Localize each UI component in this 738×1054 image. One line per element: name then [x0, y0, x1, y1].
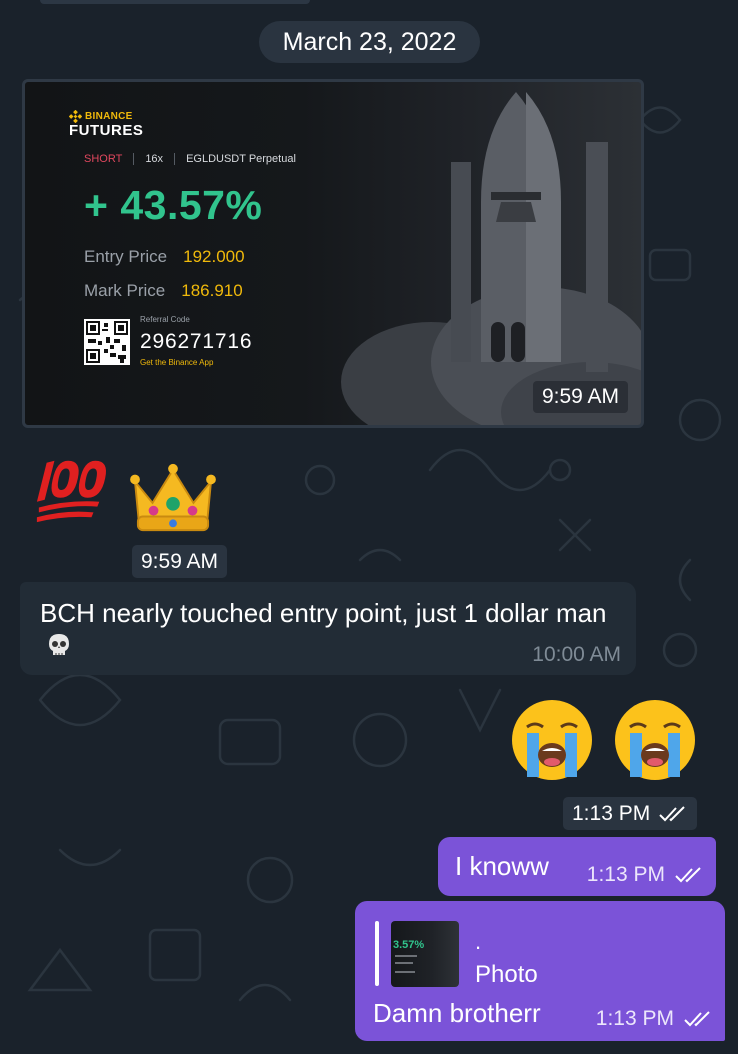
message-time: 9:59 AM — [132, 545, 228, 578]
time-label: 1:13 PM — [586, 863, 665, 886]
thumb-line — [395, 962, 413, 964]
time-label: 1:13 PM — [572, 801, 651, 825]
hundred-points-icon — [36, 460, 107, 523]
loudly-crying-face-icon — [615, 700, 695, 780]
message-time: 1:13 PM — [563, 797, 698, 830]
binance-futures-logo: BINANCE FUTURES — [69, 110, 143, 139]
loudly-crying-face-icon — [512, 700, 592, 780]
reply-quote-bar — [375, 921, 379, 986]
outgoing-message[interactable]: I knoww 1:13 PM — [438, 837, 716, 896]
entry-price-label: Entry Price — [84, 247, 168, 266]
double-check-icon — [659, 805, 685, 821]
mark-price-row: Mark Price 186.910 — [84, 281, 243, 301]
crown-icon — [130, 463, 216, 532]
binance-brand: BINANCE — [85, 111, 133, 122]
futures-label: FUTURES — [69, 122, 144, 139]
message-time: 10:00 AM — [532, 643, 621, 666]
qr-code-icon — [84, 319, 130, 365]
entry-price-value: 192.000 — [183, 247, 245, 266]
entry-price-row: Entry Price 192.000 — [84, 247, 245, 267]
double-check-icon — [675, 867, 701, 883]
skull-icon — [49, 634, 69, 655]
outgoing-reply-message[interactable]: 3.57% . Photo Damn brotherr 1:13 PM — [355, 901, 725, 1041]
reply-title: . — [475, 929, 482, 954]
time-label: 1:13 PM — [595, 1007, 674, 1030]
message-status: 1:13 PM — [596, 1007, 713, 1031]
tag-divider — [174, 153, 176, 165]
reply-photo-thumbnail[interactable]: 3.57% — [391, 921, 459, 987]
message-text: I knoww — [455, 851, 549, 881]
symbol-tag: EGLDUSDT Perpetual — [186, 153, 296, 165]
message-status: 1:13 PM — [587, 863, 704, 887]
incoming-message[interactable]: BCH nearly touched entry point, just 1 d… — [20, 582, 636, 675]
referral-label: Referral Code — [140, 315, 190, 324]
mark-price-value: 186.910 — [181, 281, 243, 300]
photo-message[interactable]: BINANCE FUTURES SHORT 16x EGLDUSDT Perpe… — [22, 79, 644, 428]
tag-divider — [133, 153, 135, 165]
message-time: 9:59 AM — [532, 381, 628, 413]
referral-code: 296271716 — [140, 330, 253, 353]
thumb-pnl: 3.57% — [393, 939, 425, 951]
previous-message-edge — [40, 0, 310, 4]
message-text: BCH nearly touched entry point, just 1 d… — [40, 597, 616, 663]
mark-price-label: Mark Price — [84, 281, 166, 300]
thumb-line — [395, 955, 417, 957]
leverage-tag: 16x — [145, 153, 164, 165]
side-tag: SHORT — [84, 153, 123, 165]
get-app-text: Get the Binance App — [140, 358, 214, 367]
pnl-percentage: + 43.57% — [84, 182, 263, 228]
rocket-illustration — [341, 92, 641, 425]
message-text: Damn brotherr — [373, 998, 541, 1028]
position-tags: SHORT 16x EGLDUSDT Perpetual — [84, 153, 296, 165]
double-check-icon — [684, 1011, 710, 1027]
reply-type: Photo — [475, 961, 538, 988]
date-separator: March 23, 2022 — [259, 21, 480, 63]
thumb-line — [395, 971, 415, 973]
